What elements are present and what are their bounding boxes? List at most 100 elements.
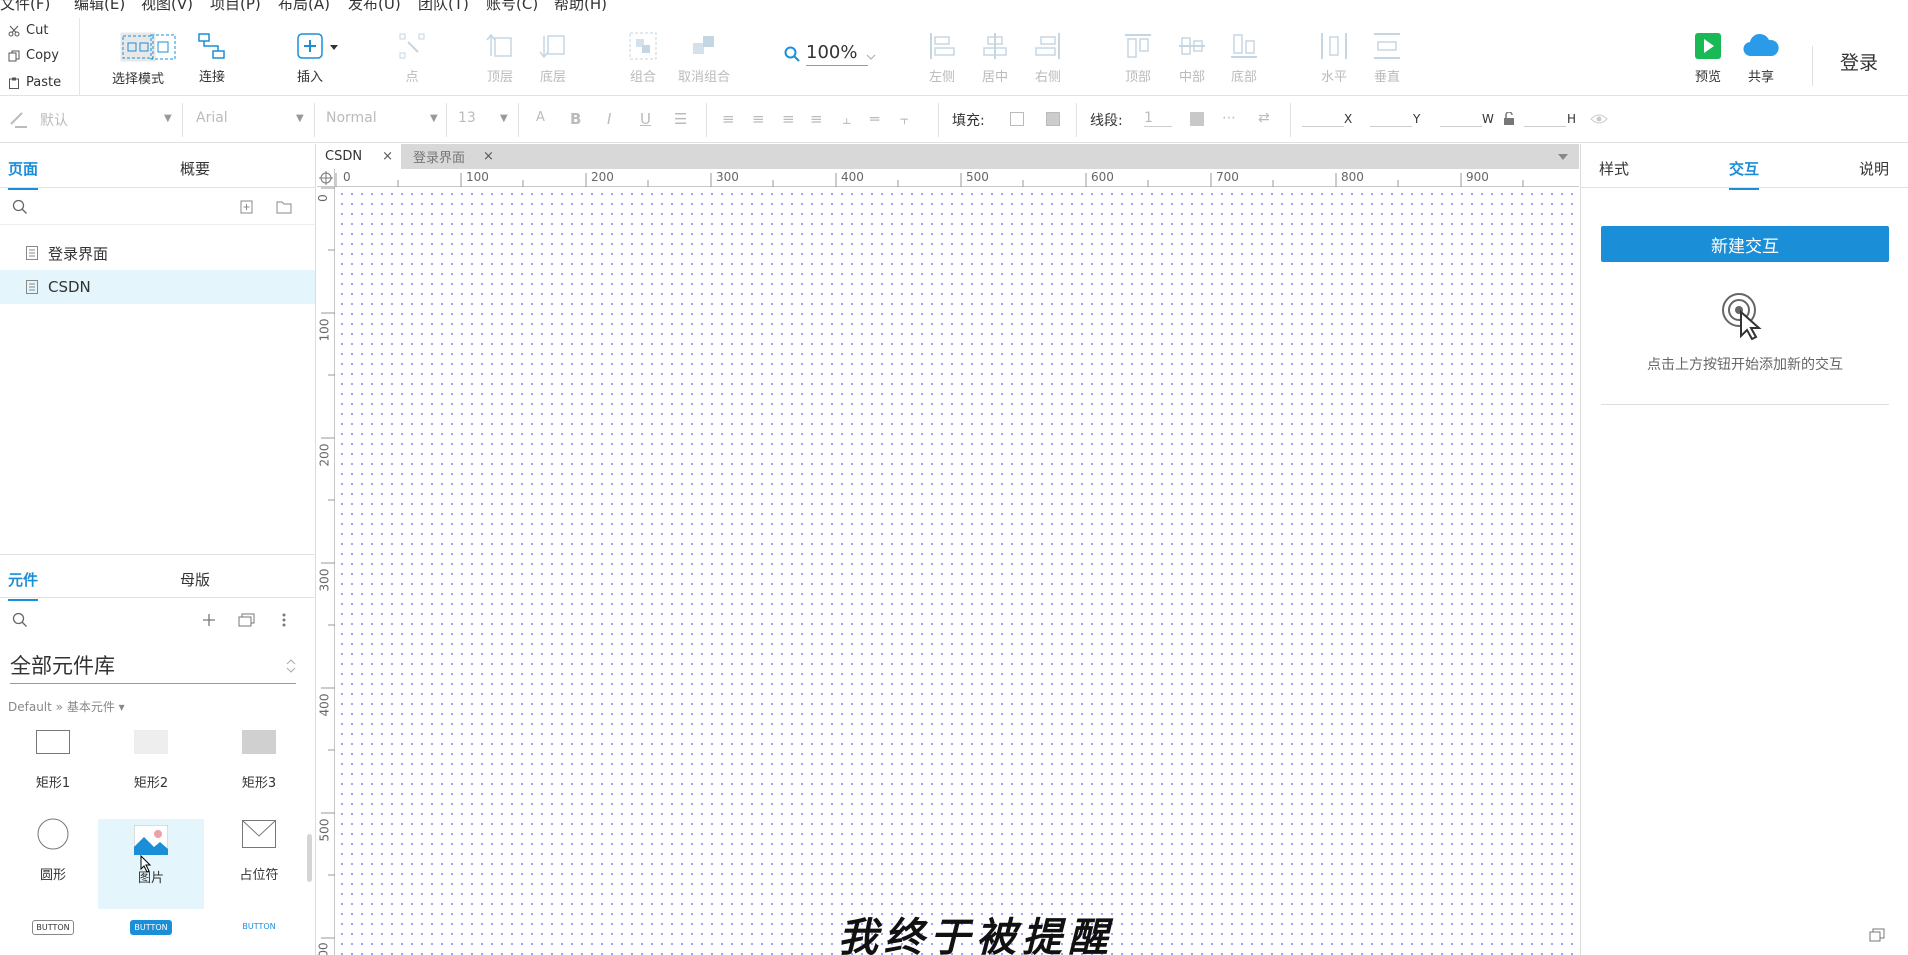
stroke-width-input[interactable]: 1 xyxy=(1144,110,1172,127)
menu-layout[interactable]: 布局(A) xyxy=(278,0,330,14)
valign-top-icon[interactable]: ⫠ xyxy=(842,110,851,128)
tab-list-dropdown-icon[interactable] xyxy=(1557,153,1569,161)
restore-window-icon[interactable] xyxy=(1869,928,1885,942)
eye-icon[interactable] xyxy=(1590,113,1608,125)
style-select[interactable]: 默认 xyxy=(40,110,68,130)
zoom-control[interactable]: 100% xyxy=(784,42,876,66)
fill-color-swatch[interactable] xyxy=(1010,112,1024,126)
lock-icon[interactable] xyxy=(1503,112,1515,126)
close-icon[interactable]: × xyxy=(483,149,494,164)
widget-circle[interactable]: 圆形 xyxy=(0,816,106,906)
new-interaction-button[interactable]: 新建交互 xyxy=(1601,226,1889,262)
send-to-back-button[interactable]: 底层 xyxy=(539,18,567,96)
menu-view[interactable]: 视图(V) xyxy=(141,0,193,14)
add-folder-icon[interactable] xyxy=(276,200,292,214)
widget-link-button[interactable]: BUTTON xyxy=(206,912,312,952)
more-vertical-icon[interactable] xyxy=(282,613,286,627)
tab-outline[interactable]: 概要 xyxy=(180,158,210,179)
library-select[interactable]: 全部元件库 xyxy=(10,650,296,684)
valign-bottom-icon[interactable]: ⫟ xyxy=(900,110,909,128)
width-input[interactable] xyxy=(1440,111,1482,127)
plus-icon[interactable] xyxy=(202,613,216,627)
doc-tab-active[interactable]: CSDN × xyxy=(317,144,401,169)
paste-button[interactable]: Paste xyxy=(8,75,61,90)
tab-style[interactable]: 样式 xyxy=(1599,158,1629,179)
underline-icon[interactable]: U xyxy=(640,110,651,128)
tab-notes[interactable]: 说明 xyxy=(1859,158,1889,179)
menu-file[interactable]: 文件(F) xyxy=(0,0,50,14)
empty-interactions-hint: 点击上方按钮开始添加新的交互 xyxy=(1647,357,1843,373)
preview-button[interactable]: 预览 xyxy=(1694,18,1722,96)
widget-rectangle-3[interactable]: 矩形3 xyxy=(206,724,312,814)
cut-button[interactable]: Cut xyxy=(8,23,48,38)
library-breadcrumb[interactable]: Default » 基本元件 ▾ xyxy=(8,698,125,715)
widget-image[interactable]: 图片 xyxy=(98,819,204,909)
design-canvas[interactable] xyxy=(336,188,1579,955)
select-contained-button[interactable] xyxy=(150,18,176,96)
tab-masters[interactable]: 母版 xyxy=(180,569,210,590)
menu-team[interactable]: 团队(T) xyxy=(418,0,469,14)
search-icon[interactable] xyxy=(12,612,28,628)
arrow-style-icon[interactable]: ⇄ xyxy=(1258,110,1270,126)
share-button[interactable]: 共享 xyxy=(1742,18,1780,96)
align-middle-button[interactable]: 中部 xyxy=(1178,18,1206,96)
menu-help[interactable]: 帮助(H) xyxy=(554,0,607,14)
point-button[interactable]: 点 xyxy=(398,18,426,96)
align-right-button[interactable]: 右侧 xyxy=(1034,18,1062,96)
widget-placeholder[interactable]: 占位符 xyxy=(206,816,312,906)
bold-icon[interactable]: B xyxy=(570,110,581,128)
login-link[interactable]: 登录 xyxy=(1840,48,1878,75)
insert-button[interactable]: 插入 xyxy=(296,18,340,96)
stroke-color-swatch[interactable] xyxy=(1190,112,1204,126)
tab-interaction[interactable]: 交互 xyxy=(1729,158,1760,190)
align-text-center-icon[interactable]: ≡ xyxy=(752,110,765,128)
distribute-vertical-button[interactable]: 垂直 xyxy=(1373,18,1401,96)
y-input[interactable] xyxy=(1370,111,1412,127)
widget-rectangle-2[interactable]: 矩形2 xyxy=(98,724,204,814)
menu-account[interactable]: 账号(C) xyxy=(486,0,538,14)
font-select[interactable]: Arial xyxy=(196,110,228,126)
height-input[interactable] xyxy=(1524,111,1566,127)
distribute-horizontal-button[interactable]: 水平 xyxy=(1320,18,1348,96)
add-page-icon[interactable] xyxy=(240,200,254,214)
bring-to-front-button[interactable]: 顶层 xyxy=(486,18,514,96)
align-text-left-icon[interactable]: ≡ xyxy=(722,110,735,128)
close-icon[interactable]: × xyxy=(382,149,393,164)
fill-shadow-swatch[interactable] xyxy=(1046,112,1060,126)
connect-button[interactable]: 连接 xyxy=(198,18,226,96)
tab-widgets[interactable]: 元件 xyxy=(8,569,39,601)
bullet-list-icon[interactable]: ☰ xyxy=(674,110,687,128)
ruler-corner[interactable] xyxy=(317,169,335,187)
tab-pages[interactable]: 页面 xyxy=(8,158,39,190)
widget-button[interactable]: BUTTON xyxy=(0,912,106,952)
page-item[interactable]: 登录界面 xyxy=(0,236,315,270)
group-button[interactable]: 组合 xyxy=(629,18,657,96)
align-bottom-icon xyxy=(1231,34,1257,58)
menu-edit[interactable]: 编辑(E) xyxy=(74,0,125,14)
zoom-value[interactable]: 100% xyxy=(806,42,868,66)
library-manage-icon[interactable] xyxy=(238,613,256,627)
doc-tab[interactable]: 登录界面 × xyxy=(405,144,502,169)
valign-middle-icon[interactable]: ═ xyxy=(870,110,879,128)
align-text-right-icon[interactable]: ≡ xyxy=(782,110,795,128)
align-left-button[interactable]: 左侧 xyxy=(928,18,956,96)
stroke-pattern-icon[interactable]: ⋯ xyxy=(1222,110,1236,126)
menu-publish[interactable]: 发布(U) xyxy=(348,0,401,14)
italic-icon[interactable]: I xyxy=(607,110,611,128)
align-center-button[interactable]: 居中 xyxy=(981,18,1009,96)
menu-project[interactable]: 项目(P) xyxy=(210,0,261,14)
library-scrollbar[interactable] xyxy=(307,834,312,882)
copy-button[interactable]: Copy xyxy=(8,48,59,63)
align-bottom-button[interactable]: 底部 xyxy=(1230,18,1258,96)
page-item[interactable]: CSDN xyxy=(0,270,315,304)
search-icon[interactable] xyxy=(12,199,28,215)
widget-primary-button[interactable]: BUTTON xyxy=(98,912,204,952)
ungroup-button[interactable]: 取消组合 xyxy=(678,18,730,96)
align-top-button[interactable]: 顶部 xyxy=(1124,18,1152,96)
font-size-select[interactable]: 13 xyxy=(458,110,476,126)
justify-text-icon[interactable]: ≡ xyxy=(810,110,823,128)
widget-rectangle-1[interactable]: 矩形1 xyxy=(0,724,106,814)
font-color-icon[interactable]: A xyxy=(536,110,545,125)
font-weight-select[interactable]: Normal xyxy=(326,110,377,126)
x-input[interactable] xyxy=(1302,111,1344,127)
